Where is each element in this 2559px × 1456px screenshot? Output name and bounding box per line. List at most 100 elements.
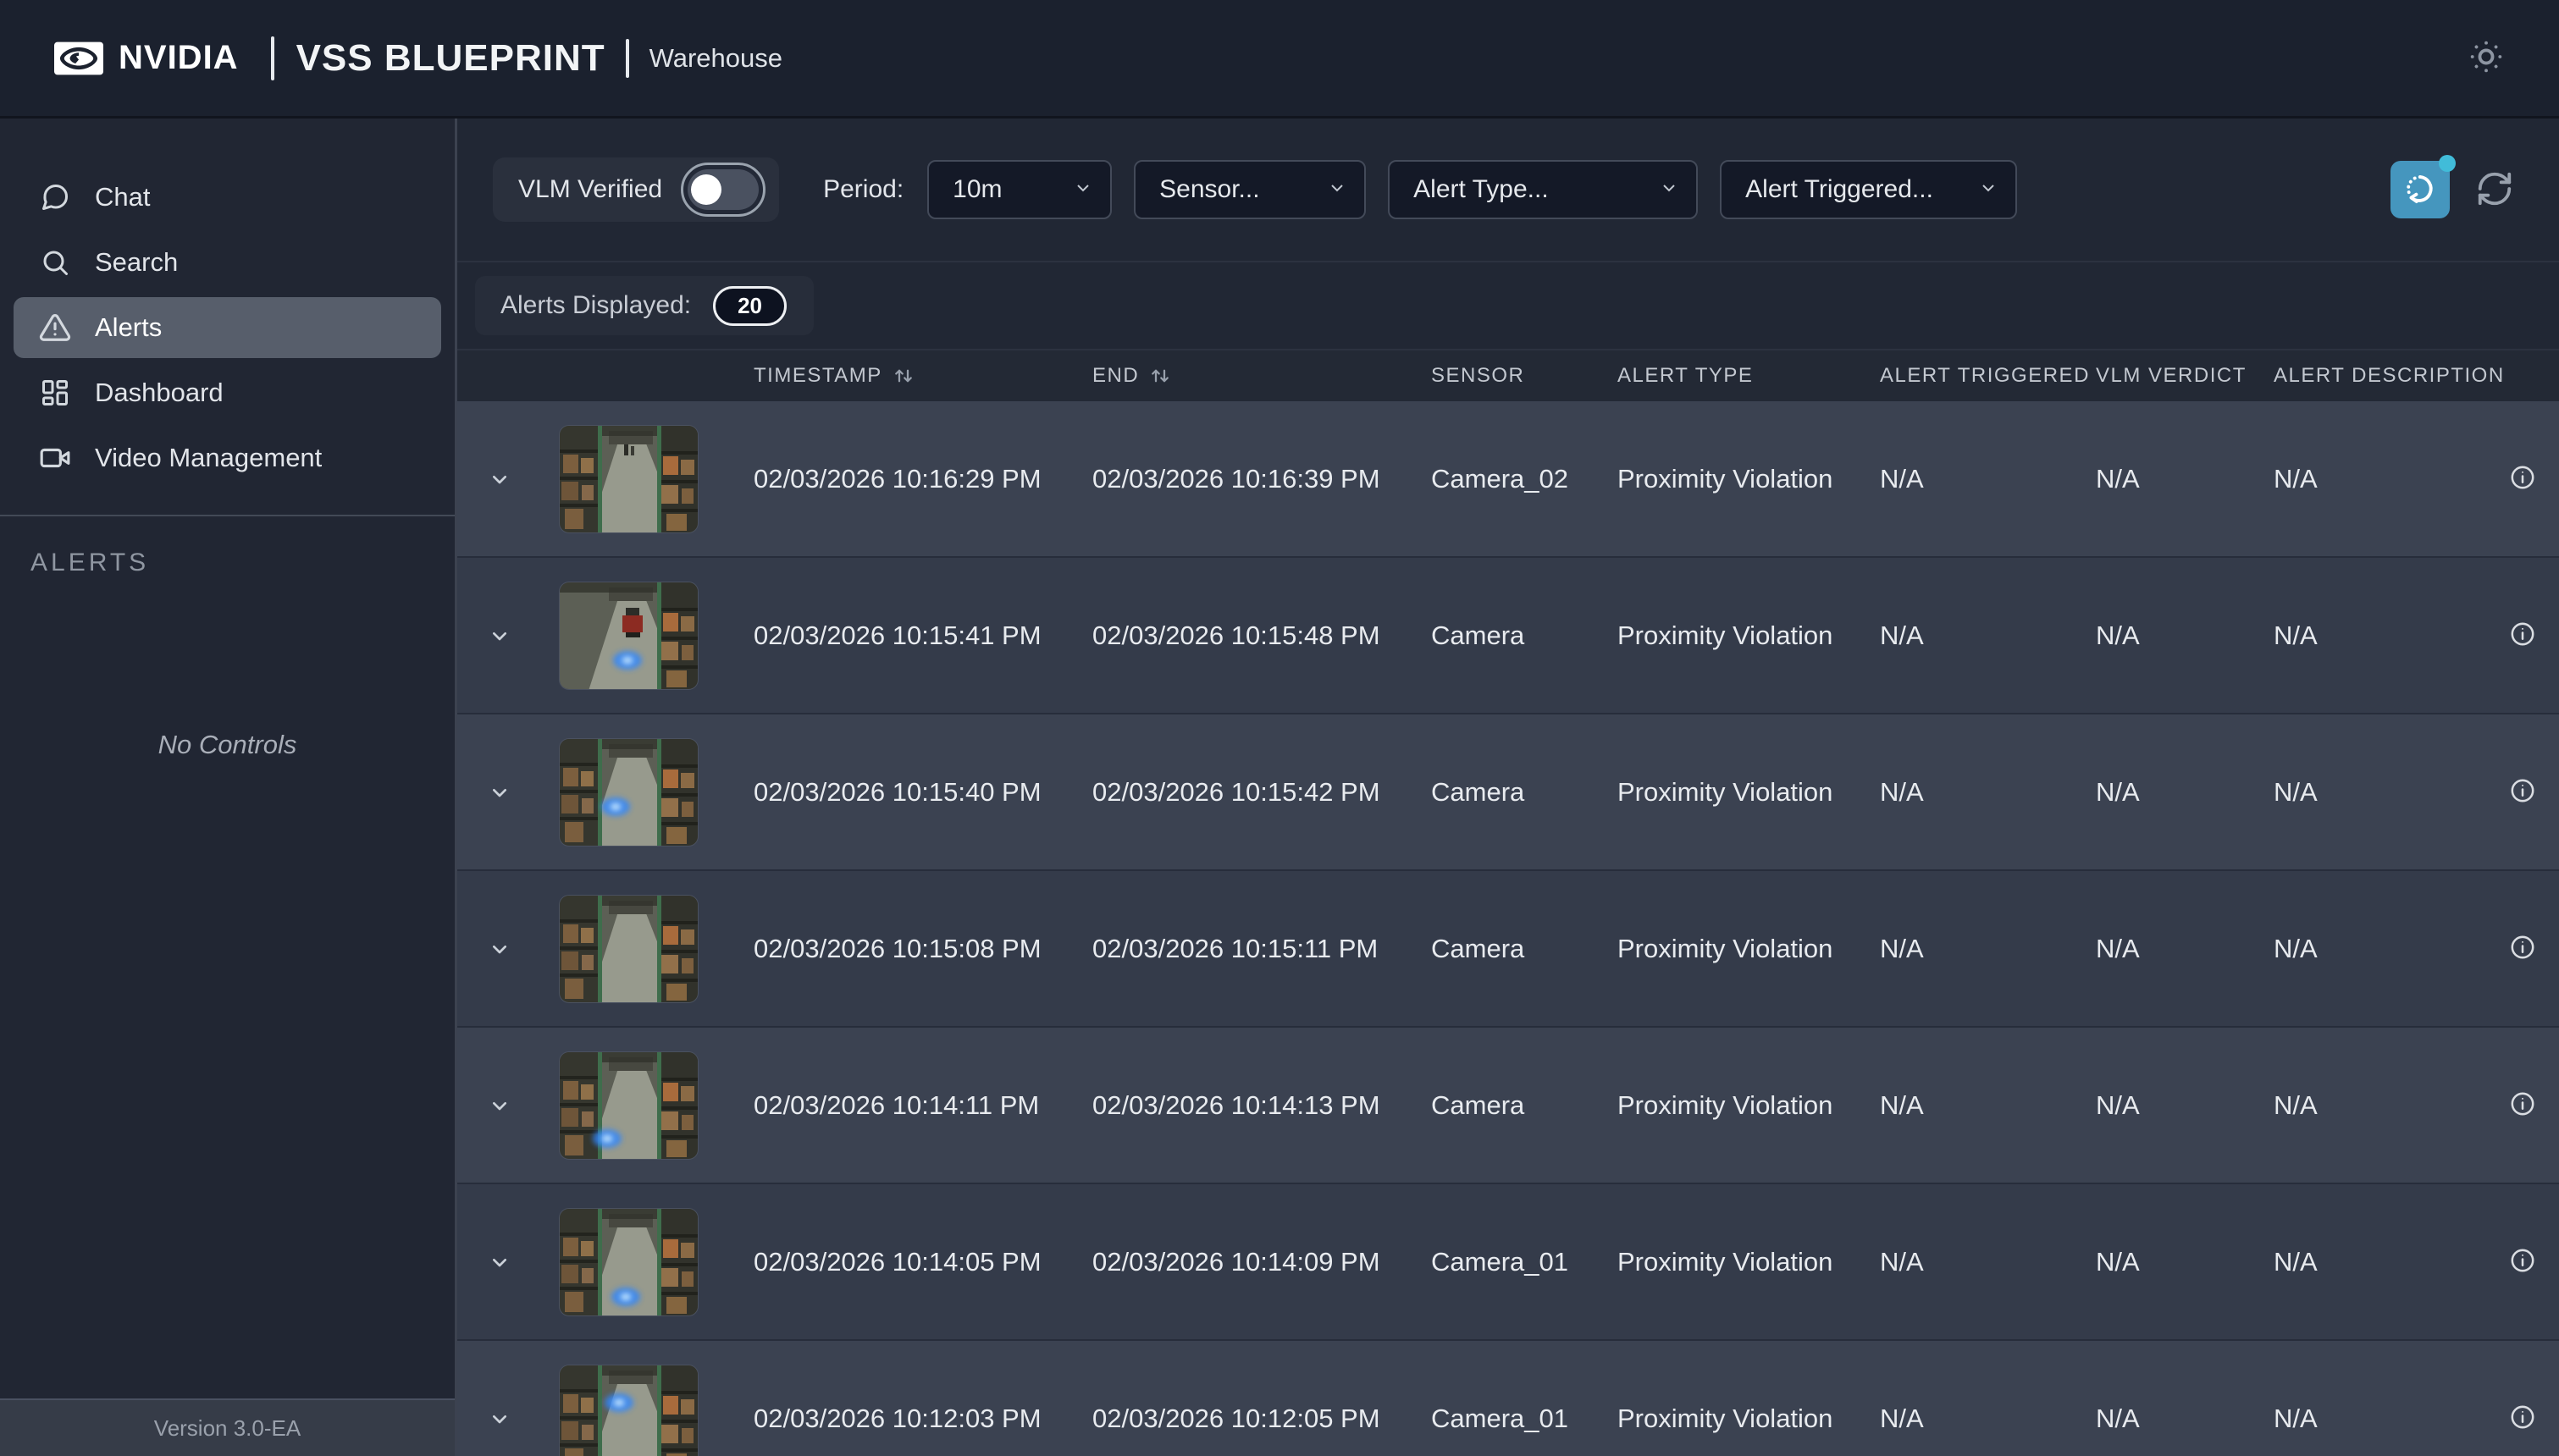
row-expand-chevron-icon[interactable] xyxy=(457,622,542,649)
table-row[interactable]: 02/03/2026 10:15:41 PM 02/03/2026 10:15:… xyxy=(457,558,2559,714)
row-info-button[interactable] xyxy=(2508,463,2537,494)
cell-alert-triggered: N/A xyxy=(1859,620,2075,651)
table-row[interactable]: 02/03/2026 10:14:11 PM 02/03/2026 10:14:… xyxy=(457,1028,2559,1184)
cell-alert-type: Proximity Violation xyxy=(1596,464,1859,494)
alert-type-select[interactable]: Alert Type... xyxy=(1388,160,1698,219)
sidebar-item-label: Video Management xyxy=(95,443,322,473)
workspace-subtitle: Warehouse xyxy=(649,43,782,74)
row-info-button[interactable] xyxy=(2508,933,2537,964)
cell-timestamp: 02/03/2026 10:14:11 PM xyxy=(732,1090,1071,1121)
cell-alert-type: Proximity Violation xyxy=(1596,620,1859,651)
cell-end: 02/03/2026 10:15:11 PM xyxy=(1071,934,1410,964)
cell-alert-triggered: N/A xyxy=(1859,1090,2075,1121)
row-expand-chevron-icon[interactable] xyxy=(457,466,542,493)
cell-sensor: Camera xyxy=(1410,934,1596,964)
cell-alert-type: Proximity Violation xyxy=(1596,1247,1859,1277)
nvidia-logo: NVIDIA xyxy=(54,39,239,77)
sort-icon[interactable] xyxy=(1147,363,1173,389)
table-row[interactable]: 02/03/2026 10:15:40 PM 02/03/2026 10:15:… xyxy=(457,714,2559,871)
theme-toggle-button[interactable] xyxy=(2461,31,2512,85)
row-info-button[interactable] xyxy=(2508,620,2537,651)
warehouse-aisle-thumbnail[interactable] xyxy=(559,425,699,533)
sensor-select[interactable]: Sensor... xyxy=(1134,160,1366,219)
main-content: VLM Verified Period: 10m Sensor... xyxy=(457,119,2559,1456)
warehouse-aisle-thumbnail[interactable] xyxy=(559,1365,699,1456)
chat-icon xyxy=(39,181,71,213)
table-row[interactable]: 02/03/2026 10:12:03 PM 02/03/2026 10:12:… xyxy=(457,1341,2559,1456)
row-expand-chevron-icon[interactable] xyxy=(457,935,542,962)
cell-vlm-verdict: N/A xyxy=(2075,1247,2252,1277)
column-header-alert-description: ALERT DESCRIPTION xyxy=(2252,364,2485,388)
sidebar-nav: ChatSearch Alerts Dashboard Video Managemen… xyxy=(0,119,455,515)
alert-triggered-select[interactable]: Alert Triggered... xyxy=(1720,160,2017,219)
cell-timestamp: 02/03/2026 10:15:41 PM xyxy=(732,620,1071,651)
alerts-displayed-bar: Alerts Displayed: 20 xyxy=(457,262,2559,349)
warehouse-aisle-blue-light-thumbnail[interactable] xyxy=(559,738,699,847)
row-info-button[interactable] xyxy=(2508,1403,2537,1434)
chevron-down-icon xyxy=(1327,178,1347,202)
cell-sensor: Camera_01 xyxy=(1410,1247,1596,1277)
warehouse-aisle-blue-streak-thumbnail[interactable] xyxy=(559,1051,699,1160)
info-icon xyxy=(2508,1403,2537,1434)
warehouse-forklift-blue-light-thumbnail[interactable] xyxy=(559,582,699,690)
cell-alert-description: N/A xyxy=(2252,1404,2485,1434)
chevron-down-icon xyxy=(1978,178,1998,202)
toggle-track xyxy=(688,169,759,210)
cell-alert-triggered: N/A xyxy=(1859,464,2075,494)
cell-timestamp: 02/03/2026 10:16:29 PM xyxy=(732,464,1071,494)
sidebar-item-alerts[interactable]: Alerts xyxy=(14,297,441,358)
sidebar-item-label: Alerts xyxy=(95,312,162,343)
cell-alert-description: N/A xyxy=(2252,934,2485,964)
table-row[interactable]: 02/03/2026 10:15:08 PM 02/03/2026 10:15:… xyxy=(457,871,2559,1028)
row-expand-chevron-icon[interactable] xyxy=(457,779,542,806)
cell-alert-description: N/A xyxy=(2252,777,2485,808)
row-info-button[interactable] xyxy=(2508,1246,2537,1277)
row-info-button[interactable] xyxy=(2508,776,2537,808)
cell-end: 02/03/2026 10:16:39 PM xyxy=(1071,464,1410,494)
dashboard-icon xyxy=(39,377,71,409)
row-expand-chevron-icon[interactable] xyxy=(457,1405,542,1432)
column-header-end[interactable]: END xyxy=(1071,363,1410,389)
cell-alert-description: N/A xyxy=(2252,620,2485,651)
warehouse-floor-blue-dot-thumbnail[interactable] xyxy=(559,1208,699,1316)
vlm-verified-control: VLM Verified xyxy=(493,157,779,222)
refresh-button[interactable] xyxy=(2475,169,2514,211)
auto-refresh-button[interactable] xyxy=(2390,161,2450,218)
table-row[interactable]: 02/03/2026 10:16:29 PM 02/03/2026 10:16:… xyxy=(457,401,2559,558)
alerts-table-body: 02/03/2026 10:16:29 PM 02/03/2026 10:16:… xyxy=(457,401,2559,1456)
alerts-displayed-pill: Alerts Displayed: 20 xyxy=(475,276,814,335)
row-expand-chevron-icon[interactable] xyxy=(457,1249,542,1276)
sidebar-item-search[interactable]: Search xyxy=(14,232,441,293)
cell-alert-triggered: N/A xyxy=(1859,1247,2075,1277)
column-header-alert-type: ALERT TYPE xyxy=(1596,364,1859,388)
sun-icon xyxy=(2468,38,2505,78)
sort-icon[interactable] xyxy=(891,363,916,389)
info-icon xyxy=(2508,1089,2537,1121)
sidebar-item-video-management[interactable]: Video Management xyxy=(14,427,441,488)
no-controls-text: No Controls xyxy=(158,730,297,760)
cell-alert-description: N/A xyxy=(2252,464,2485,494)
cell-sensor: Camera xyxy=(1410,1090,1596,1121)
cell-vlm-verdict: N/A xyxy=(2075,1404,2252,1434)
cell-alert-type: Proximity Violation xyxy=(1596,1090,1859,1121)
title-separator xyxy=(271,36,274,80)
row-expand-chevron-icon[interactable] xyxy=(457,1092,542,1119)
auto-refresh-badge xyxy=(2439,155,2456,172)
period-select[interactable]: 10m xyxy=(927,160,1112,219)
vlm-verified-toggle[interactable] xyxy=(681,163,765,217)
sidebar-item-label: Dashboard xyxy=(95,378,224,408)
refresh-icon xyxy=(2475,169,2514,211)
table-row[interactable]: 02/03/2026 10:14:05 PM 02/03/2026 10:14:… xyxy=(457,1184,2559,1341)
sidebar-item-chat[interactable]: Chat xyxy=(14,167,441,228)
period-label: Period: xyxy=(823,175,904,204)
column-header-timestamp[interactable]: TIMESTAMP xyxy=(732,363,1071,389)
cell-vlm-verdict: N/A xyxy=(2075,464,2252,494)
filter-bar: VLM Verified Period: 10m Sensor... xyxy=(457,119,2559,261)
sidebar-item-dashboard[interactable]: Dashboard xyxy=(14,362,441,423)
cell-vlm-verdict: N/A xyxy=(2075,1090,2252,1121)
info-icon xyxy=(2508,933,2537,964)
warehouse-racks-thumbnail[interactable] xyxy=(559,895,699,1003)
sidebar: ChatSearch Alerts Dashboard Video Managemen… xyxy=(0,119,457,1456)
row-info-button[interactable] xyxy=(2508,1089,2537,1121)
vlm-verified-label: VLM Verified xyxy=(518,175,662,204)
